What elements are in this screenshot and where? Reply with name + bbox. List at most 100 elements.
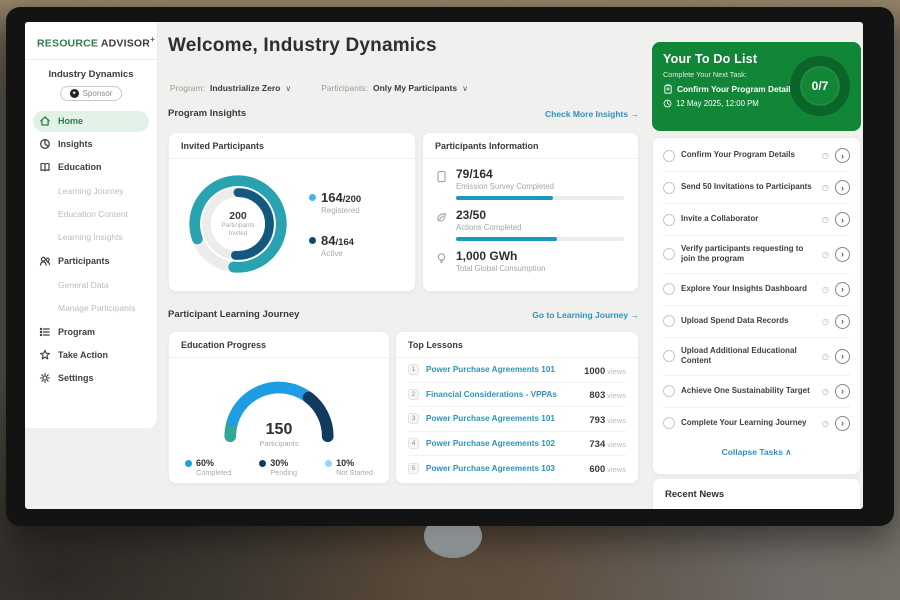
task-checkbox[interactable] — [663, 417, 675, 429]
legend-item-registered: 164/200 Registered — [309, 190, 361, 215]
card-title: Top Lessons — [396, 332, 638, 358]
home-icon — [39, 115, 51, 127]
task-checkbox[interactable] — [663, 350, 675, 362]
clock-icon: ◷ — [822, 285, 829, 294]
sidebar-item-general-data[interactable]: General Data — [25, 274, 157, 297]
legend-item-pending: 30%Pending — [259, 458, 297, 477]
recent-news-card: Recent News — [652, 478, 861, 509]
logo-advisor: ADVISOR — [101, 38, 150, 50]
photo-background: RESOURCE ADVISOR+ Industry Dynamics ✦ Sp… — [0, 0, 900, 600]
lesson-row: 1 Power Purchase Agreements 101 1000view… — [408, 358, 626, 383]
sponsor-label: Sponsor — [83, 89, 113, 98]
sidebar-item-label: Learning Insights — [58, 232, 123, 242]
task-chevron-button[interactable]: › — [835, 384, 850, 399]
task-chevron-button[interactable]: › — [835, 148, 850, 163]
progress-track — [456, 237, 624, 241]
sidebar-item-program[interactable]: Program — [33, 322, 149, 343]
task-chevron-button[interactable]: › — [835, 349, 850, 364]
filters-bar: Program: Industrialize Zero ∨ Participan… — [170, 83, 468, 93]
sidebar-item-take-action[interactable]: Take Action — [33, 345, 149, 366]
invited-participants-card: Invited Participants 200 ParticipantsInv… — [168, 132, 416, 292]
clock-icon: ◷ — [822, 151, 829, 160]
sidebar-item-education[interactable]: Education — [33, 157, 149, 178]
task-checkbox[interactable] — [663, 150, 675, 162]
lesson-link[interactable]: Financial Considerations - VPPAs — [426, 390, 582, 399]
clock-icon: ◷ — [822, 183, 829, 192]
lesson-link[interactable]: Power Purchase Agreements 103 — [426, 464, 582, 473]
task-checkbox[interactable] — [663, 248, 675, 260]
task-chevron-button[interactable]: › — [835, 314, 850, 329]
check-more-insights-link[interactable]: Check More Insights → — [545, 109, 639, 119]
legend-item-not-started: 10%Not Started — [325, 458, 373, 477]
legend-dot — [309, 237, 316, 244]
sidebar-item-label: Learning Journey — [58, 186, 124, 196]
sidebar-item-label: Insights — [58, 139, 93, 149]
task-checkbox[interactable] — [663, 182, 675, 194]
lesson-views: 600 — [589, 464, 605, 475]
sidebar-item-insights[interactable]: Insights — [33, 134, 149, 155]
lesson-views: 793 — [589, 415, 605, 426]
app-logo: RESOURCE ADVISOR+ — [25, 22, 157, 60]
filter-label: Participants: — [321, 83, 368, 93]
task-checkbox[interactable] — [663, 315, 675, 327]
task-chevron-button[interactable]: › — [835, 416, 850, 431]
arrow-right-icon: → — [631, 310, 640, 320]
program-insights-header: Program Insights Check More Insights → — [168, 108, 639, 119]
sidebar-item-settings[interactable]: Settings — [33, 368, 149, 389]
sidebar-item-learning-journey[interactable]: Learning Journey — [25, 180, 157, 203]
program-filter[interactable]: Program: Industrialize Zero ∨ — [170, 83, 291, 93]
sidebar-item-home[interactable]: Home — [33, 111, 149, 132]
page-title: Welcome, Industry Dynamics — [168, 35, 437, 57]
settings-icon — [39, 372, 51, 384]
task-checkbox[interactable] — [663, 214, 675, 226]
lesson-link[interactable]: Power Purchase Agreements 101 — [426, 365, 577, 374]
clipboard-icon — [663, 84, 673, 94]
collapse-tasks-link[interactable]: Collapse Tasks ∧ — [663, 439, 850, 462]
sidebar-item-manage-participants[interactable]: Manage Participants — [25, 297, 157, 320]
sidebar-item-participants[interactable]: Participants — [33, 251, 149, 272]
task-chevron-button[interactable]: › — [835, 282, 850, 297]
clock-icon: ◷ — [822, 419, 829, 428]
section-title: Program Insights — [168, 108, 246, 119]
progress-fill — [456, 237, 557, 241]
sidebar: RESOURCE ADVISOR+ Industry Dynamics ✦ Sp… — [25, 22, 158, 428]
legend-dot — [309, 194, 316, 201]
program-icon — [39, 326, 51, 338]
legend-item-active: 84/164 Active — [309, 233, 361, 258]
sidebar-item-label: Settings — [58, 373, 94, 383]
task-chevron-button[interactable]: › — [835, 180, 850, 195]
education-progress-card: Education Progress 150 Participants 60%C… — [168, 331, 390, 484]
lesson-link[interactable]: Power Purchase Agreements 102 — [426, 439, 582, 448]
clock-icon: ◷ — [822, 250, 829, 259]
task-checkbox[interactable] — [663, 283, 675, 295]
task-row-complete-learning-journey: Complete Your Learning Journey ◷ › — [663, 408, 850, 439]
task-row-explore-insights: Explore Your Insights Dashboard ◷ › — [663, 274, 850, 306]
sidebar-item-label: Education Content — [58, 209, 128, 219]
sidebar-nav: Home Insights Education Learning Journey… — [25, 111, 157, 389]
consumption-icon — [435, 252, 448, 265]
sidebar-item-education-content[interactable]: Education Content — [25, 203, 157, 226]
task-row-upload-educational-content: Upload Additional Educational Content ◷ … — [663, 338, 850, 376]
learning-journey-header: Participant Learning Journey Go to Learn… — [168, 309, 639, 320]
lesson-link[interactable]: Power Purchase Agreements 101 — [426, 414, 582, 423]
participants-filter[interactable]: Participants: Only My Participants ∨ — [321, 83, 468, 93]
progress-track — [456, 196, 624, 200]
legend-dot — [325, 460, 332, 467]
task-row-achieve-target: Achieve One Sustainability Target ◷ › — [663, 376, 850, 408]
task-chevron-button[interactable]: › — [835, 247, 850, 262]
task-chevron-button[interactable]: › — [835, 212, 850, 227]
top-lessons-card: Top Lessons 1 Power Purchase Agreements … — [395, 331, 639, 484]
task-row-invite-collaborator: Invite a Collaborator ◷ › — [663, 204, 850, 236]
task-checkbox[interactable] — [663, 385, 675, 397]
chevron-down-icon: ∨ — [285, 84, 291, 93]
filter-value: Industrialize Zero — [210, 83, 280, 93]
filter-value: Only My Participants — [373, 83, 457, 93]
sidebar-item-label: Take Action — [58, 350, 108, 360]
sidebar-item-learning-insights[interactable]: Learning Insights — [25, 226, 157, 249]
task-row-confirm-program: Confirm Your Program Details ◷ › — [663, 140, 850, 172]
arrow-right-icon: → — [631, 109, 640, 119]
go-to-learning-journey-link[interactable]: Go to Learning Journey → — [532, 310, 639, 320]
card-title: Participants Information — [423, 133, 638, 159]
lesson-views: 803 — [589, 390, 605, 401]
recent-news-title: Recent News — [653, 479, 860, 509]
